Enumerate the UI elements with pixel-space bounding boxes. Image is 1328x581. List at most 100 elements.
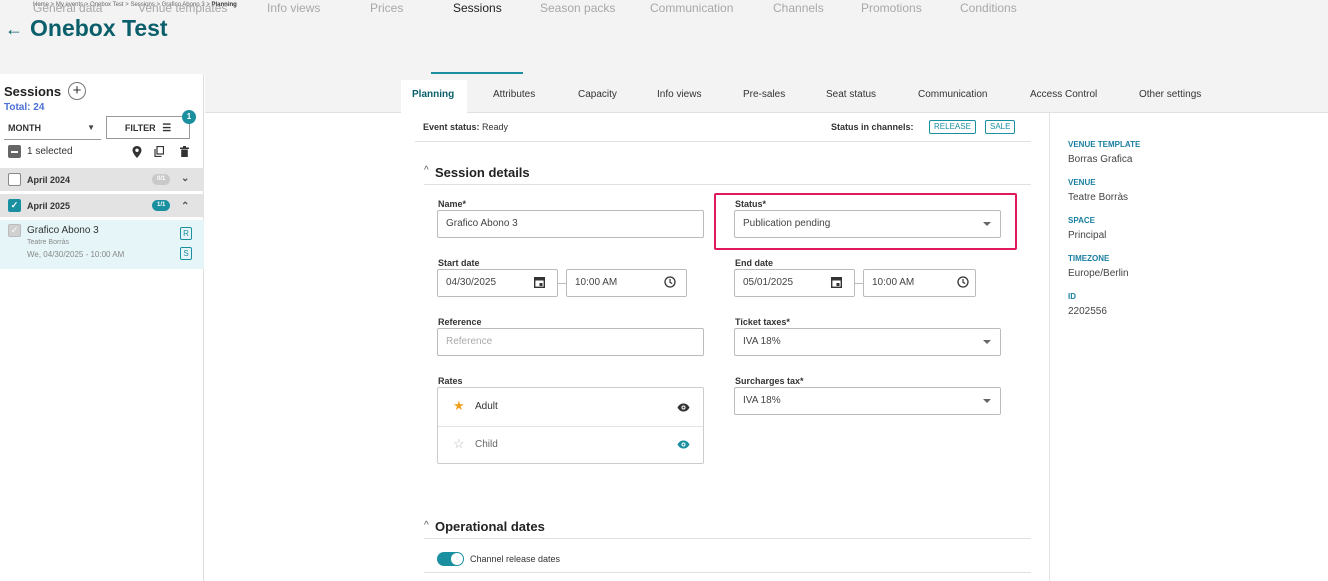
group-label: April 2024 [27,175,71,185]
calendar-icon[interactable] [831,276,842,288]
subtab-attributes[interactable]: Attributes [493,89,535,100]
date-time-connector [855,283,863,284]
page-title: Onebox Test [30,15,168,41]
star-outline-icon[interactable]: ☆ [453,436,465,452]
subtab-communication[interactable]: Communication [918,89,987,100]
copy-icon[interactable] [154,146,164,157]
eye-icon[interactable] [677,403,690,412]
venue-template-value: Borras Grafica [1068,154,1133,165]
date-time-connector [558,283,566,284]
tab-venue-templates[interactable]: Venue templates [138,1,227,15]
status-select[interactable]: Publication pending [734,210,1001,238]
month-group-april-2024[interactable]: April 2024 0/1 ⌄ [0,168,204,191]
surcharges-tax-label: Surcharges tax* [735,376,804,386]
back-arrow-icon[interactable]: ← [5,19,23,39]
tab-prices[interactable]: Prices [370,1,403,15]
tab-conditions[interactable]: Conditions [960,1,1017,15]
end-date-value: 05/01/2025 [743,277,794,288]
tab-promotions[interactable]: Promotions [861,1,922,15]
channel-release-toggle[interactable] [437,552,464,566]
group-count-badge: 0/1 [152,174,171,185]
add-session-button[interactable]: + [68,82,86,100]
filter-button[interactable]: FILTER ☰ [106,116,190,139]
end-time-value: 10:00 AM [872,277,915,288]
session-list-item[interactable]: ✓ Grafico Abono 3 Teatre Borràs We, 04/3… [0,220,204,269]
chevron-down-icon [983,340,991,344]
divider [438,426,703,427]
collapse-chevron-icon[interactable]: ^ [424,165,429,176]
timezone-key: TIMEZONE [1068,254,1110,263]
event-status-label: Event status: [423,122,480,132]
group-checkbox[interactable] [8,173,21,186]
id-key: ID [1068,292,1076,301]
session-details-heading: Session details [435,165,530,180]
tab-season-packs[interactable]: Season packs [540,1,615,15]
calendar-icon[interactable] [534,276,545,288]
tab-sessions[interactable]: Sessions [453,1,502,15]
toggle-knob [451,553,463,565]
location-pin-icon[interactable] [132,146,142,158]
month-group-april-2025[interactable]: ✓ April 2025 1/1 ⌃ [0,194,204,217]
eye-icon[interactable] [677,440,690,449]
rate-child-label: Child [475,439,498,450]
venue-template-key: VENUE TEMPLATE [1068,140,1141,149]
tab-communication[interactable]: Communication [650,1,733,15]
surcharges-tax-value: IVA 18% [743,395,781,406]
release-chip: RELEASE [929,120,976,134]
subtab-seat-status[interactable]: Seat status [826,89,876,100]
rate-adult-label: Adult [475,401,498,412]
group-count-badge: 1/1 [152,200,171,211]
group-label: April 2025 [27,201,71,211]
surcharges-tax-select[interactable]: IVA 18% [734,387,1001,415]
sale-tag: S [180,247,192,260]
chevron-down-icon [983,399,991,403]
chevron-down-icon: ▼ [87,123,95,132]
filter-icon: ☰ [162,123,172,134]
subtab-planning[interactable]: Planning [412,89,454,100]
tab-info-views[interactable]: Info views [267,1,320,15]
timezone-value: Europe/Berlin [1068,268,1129,279]
reference-input[interactable]: Reference [437,328,704,356]
filter-label: FILTER [124,123,156,133]
selection-row: 1 selected [8,144,198,162]
ticket-taxes-select[interactable]: IVA 18% [734,328,1001,356]
operational-dates-heading: Operational dates [435,519,545,534]
month-select-label: MONTH [8,123,41,133]
clock-icon[interactable] [664,276,676,288]
name-input[interactable]: Grafico Abono 3 [437,210,704,238]
start-time-value: 10:00 AM [575,277,618,288]
event-status: Event status: Ready [423,122,508,132]
tab-channels[interactable]: Channels [773,1,824,15]
sale-chip: SALE [985,120,1016,134]
name-label: Name* [438,199,467,209]
chevron-down-icon[interactable]: ⌄ [181,173,189,184]
chevron-up-icon[interactable]: ⌃ [181,201,189,212]
subtab-info-views[interactable]: Info views [657,89,701,100]
release-tag: R [180,227,192,240]
collapse-chevron-icon[interactable]: ^ [424,520,429,531]
space-key: SPACE [1068,216,1095,225]
group-checkbox[interactable]: ✓ [8,199,21,212]
event-status-value: Ready [482,122,509,132]
clock-icon[interactable] [957,276,969,288]
sessions-total: Total: 24 [4,102,45,113]
subtab-capacity[interactable]: Capacity [578,89,617,100]
star-filled-icon[interactable]: ★ [453,398,465,414]
chevron-down-icon [983,222,991,226]
tab-general-data[interactable]: General data [33,1,102,15]
subtab-other-settings[interactable]: Other settings [1139,89,1201,100]
month-select[interactable]: MONTH ▼ [4,118,101,140]
subtab-access-control[interactable]: Access Control [1030,89,1097,100]
session-venue: Teatre Borràs [27,239,70,246]
select-all-checkbox[interactable] [8,145,21,158]
space-value: Principal [1068,230,1107,241]
ticket-taxes-label: Ticket taxes* [735,317,790,327]
session-name: Grafico Abono 3 [27,225,99,236]
ticket-taxes-value: IVA 18% [743,336,781,347]
subtab-pre-sales[interactable]: Pre-sales [743,89,785,100]
session-checkbox[interactable]: ✓ [8,224,21,237]
filter-count-badge: 1 [182,110,196,124]
info-panel-divider [1049,113,1050,581]
divider [415,141,1031,142]
trash-icon[interactable] [180,146,189,157]
